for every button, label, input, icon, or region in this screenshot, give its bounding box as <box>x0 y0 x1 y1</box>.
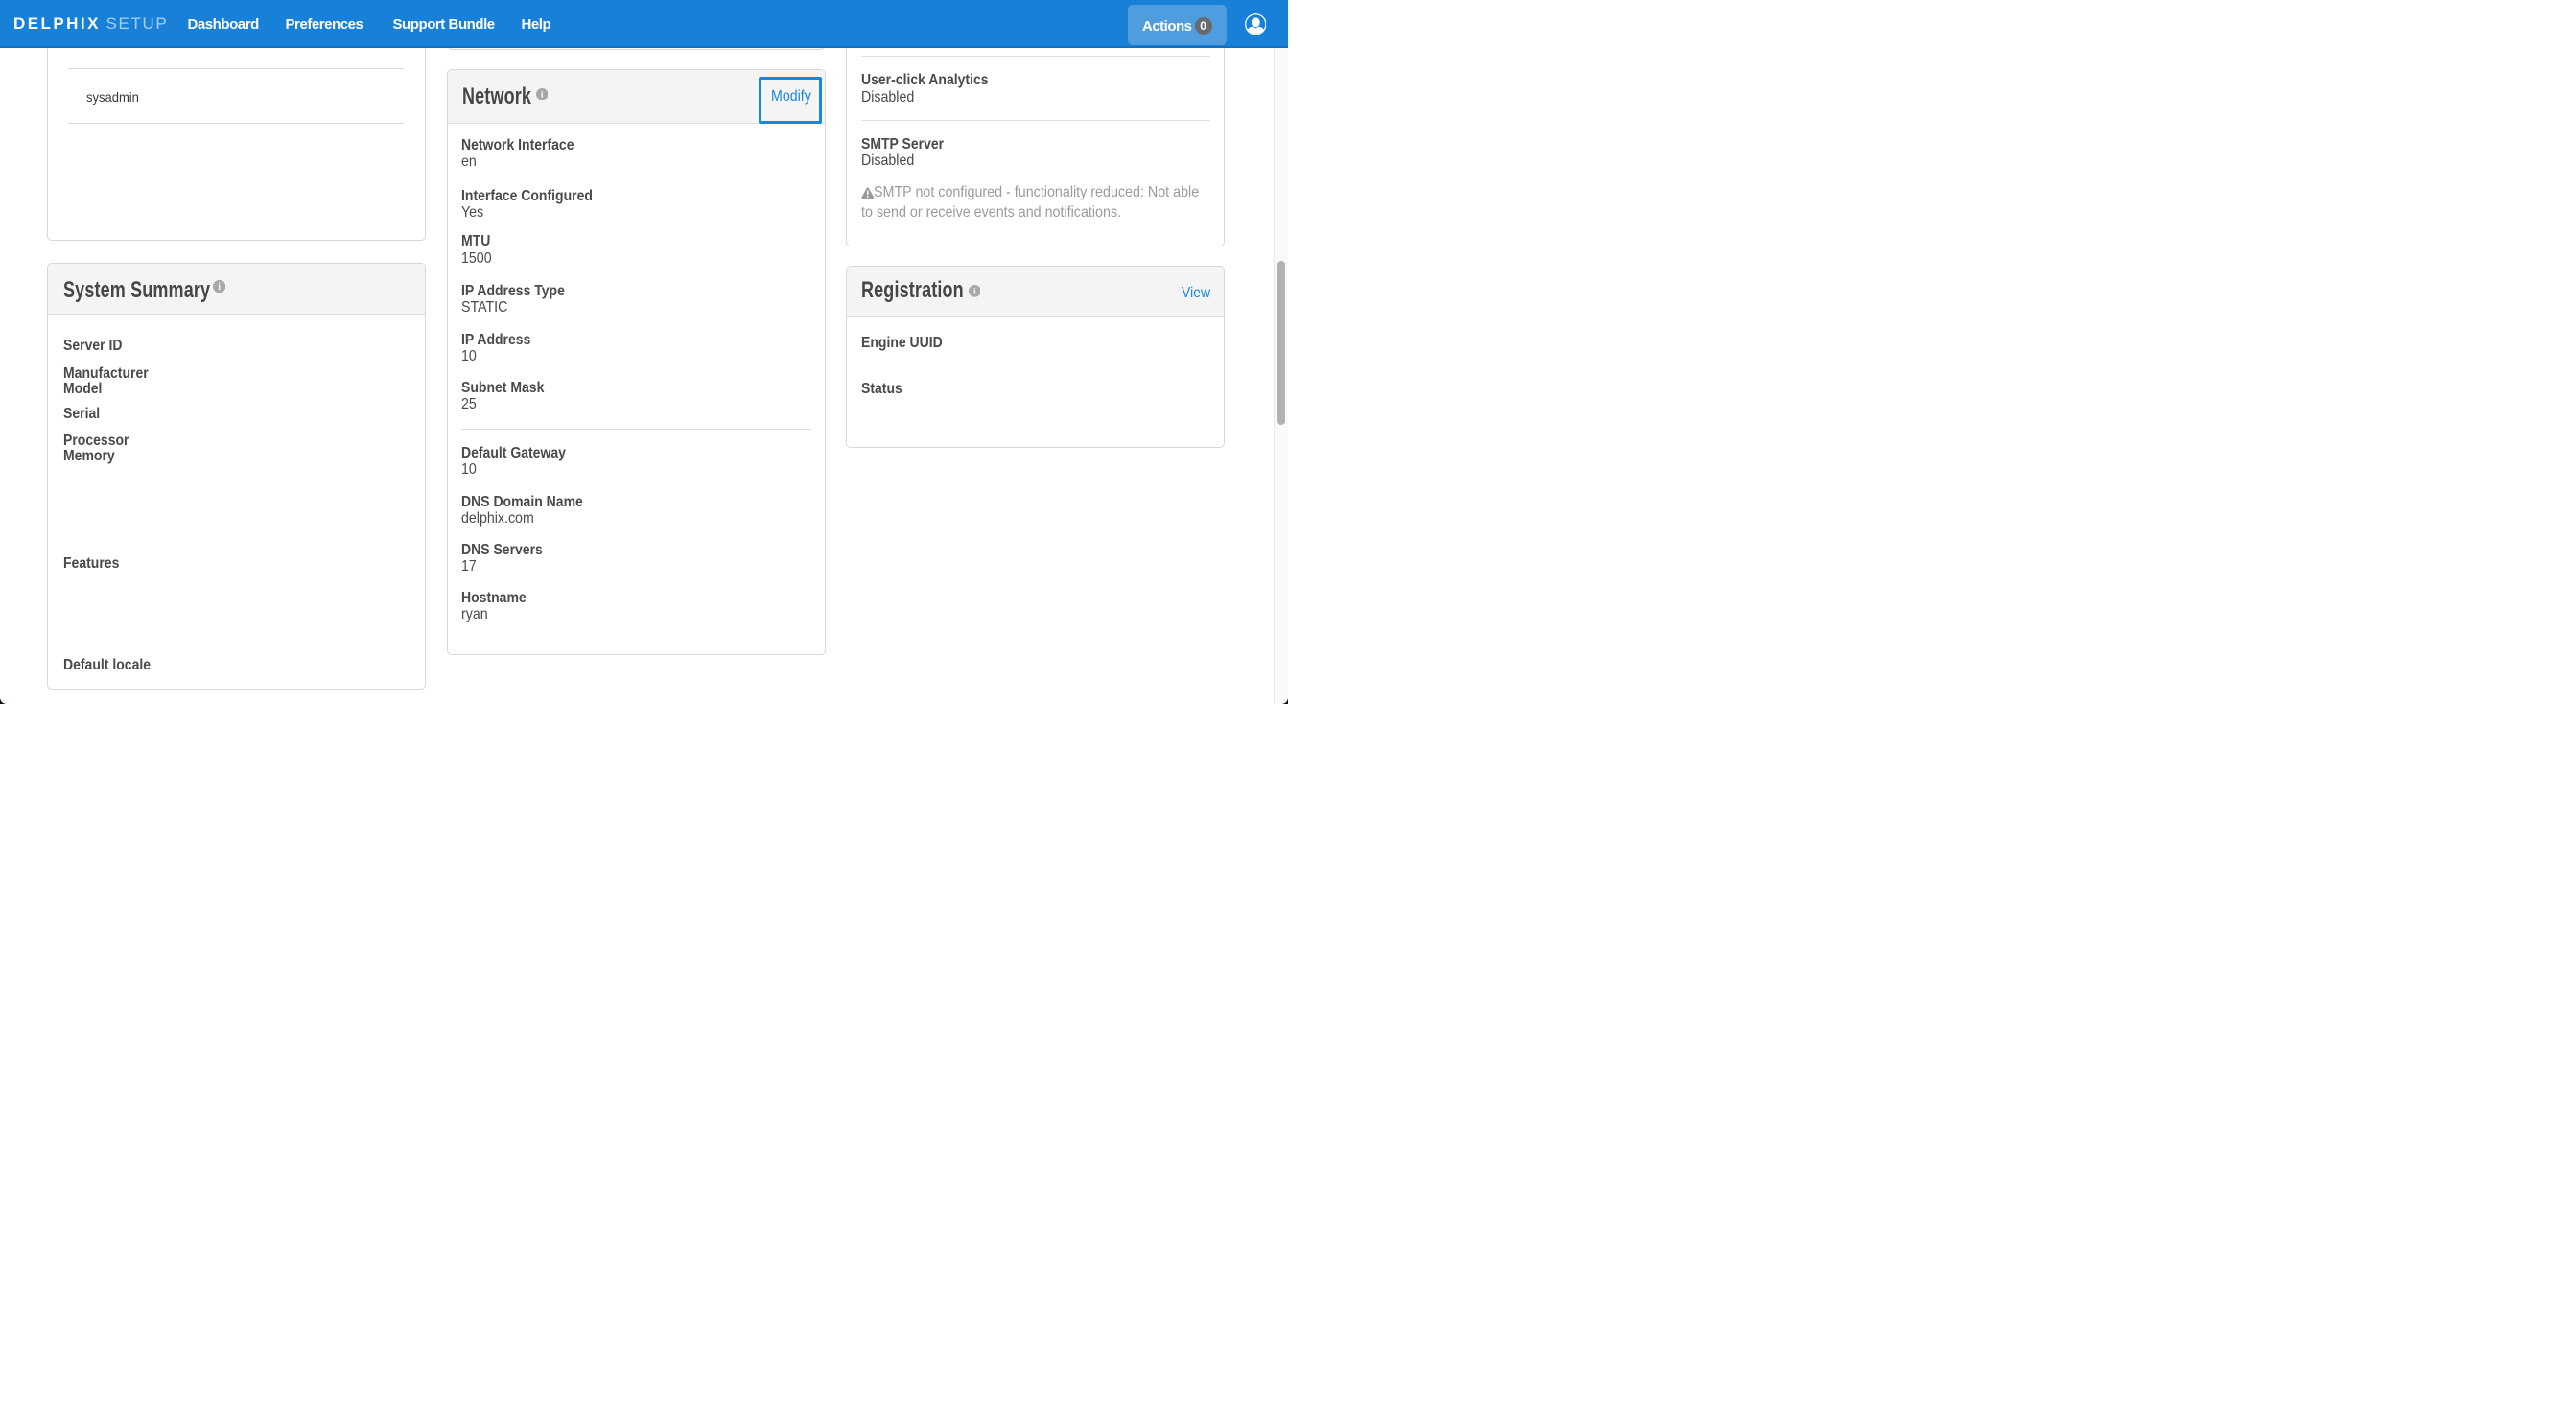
svg-text:i: i <box>541 89 544 100</box>
svg-text:i: i <box>218 282 221 293</box>
svg-text:i: i <box>973 287 976 297</box>
